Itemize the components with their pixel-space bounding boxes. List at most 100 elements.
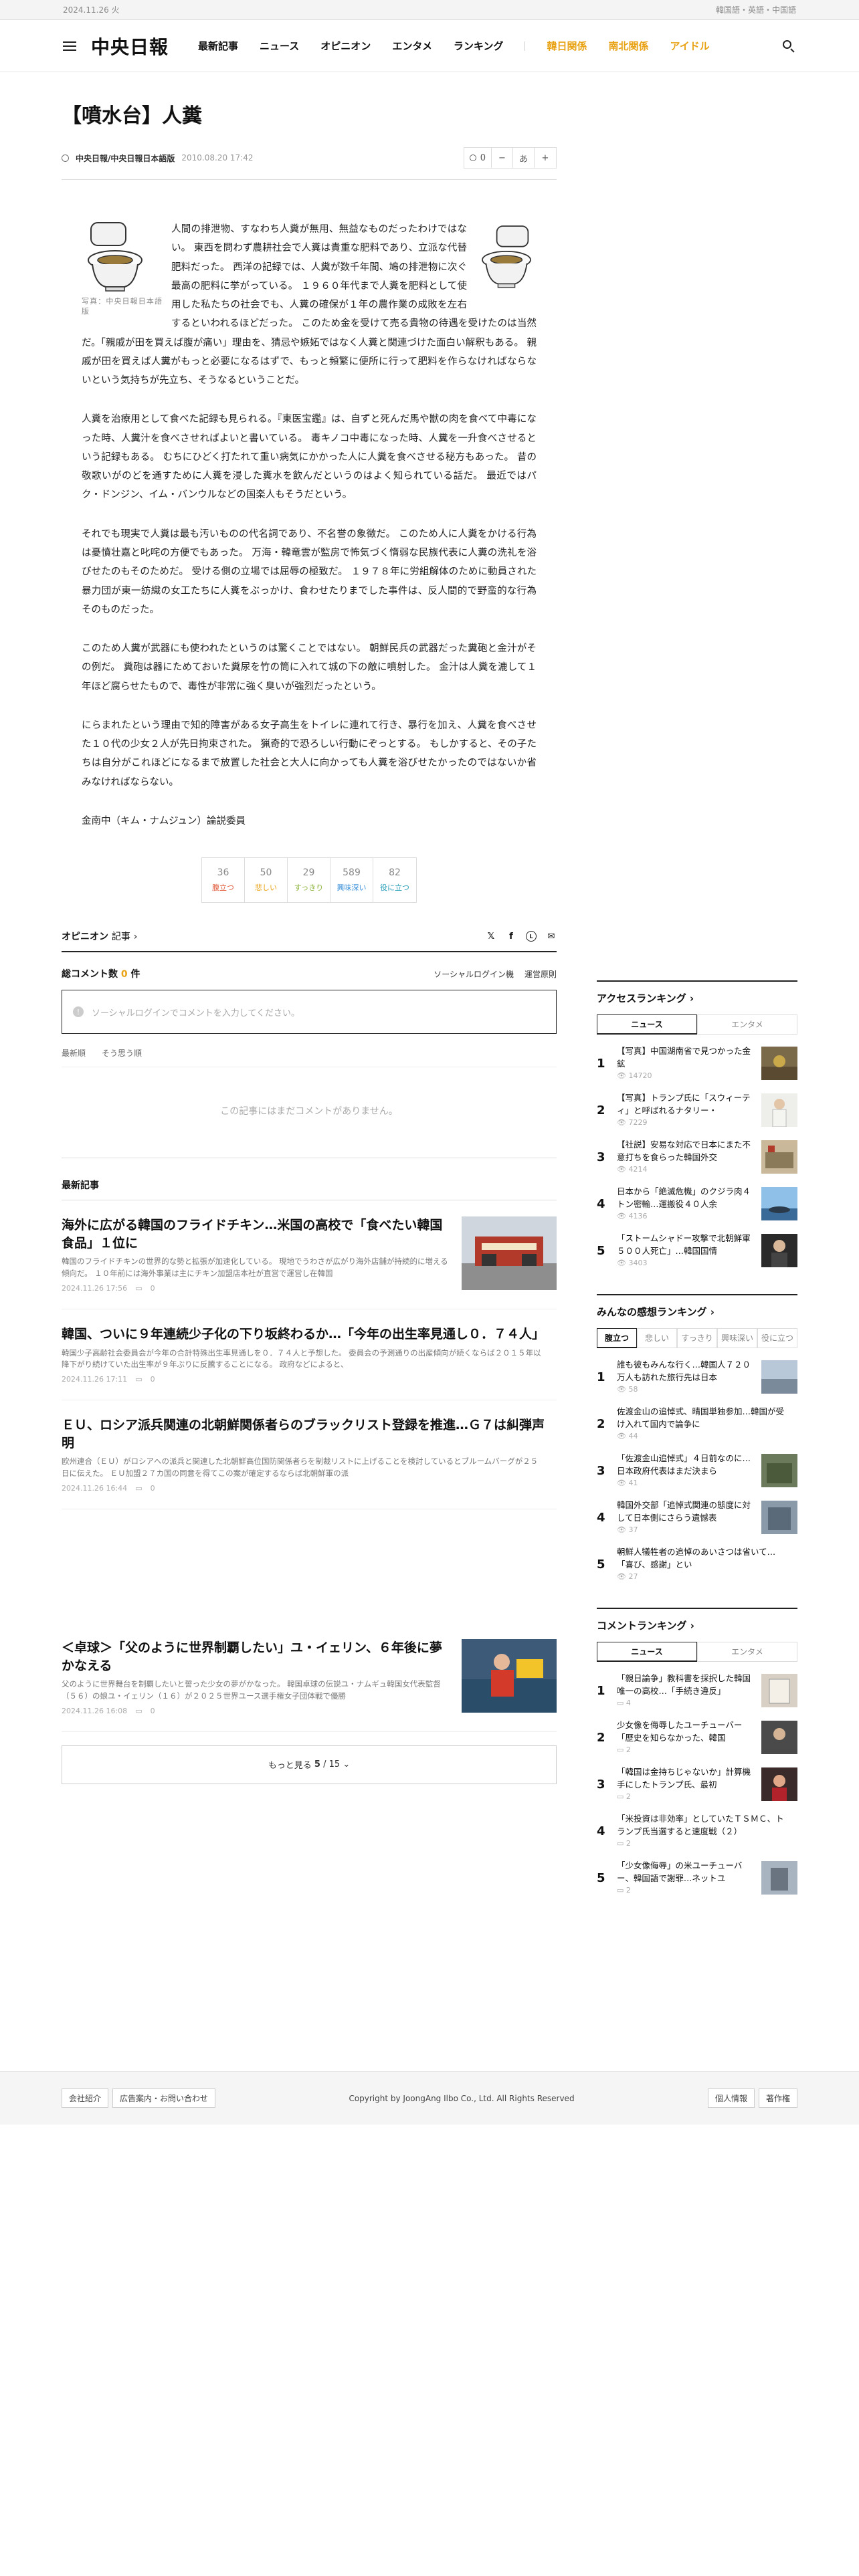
nav-north-south[interactable]: 南北関係 (608, 39, 648, 53)
rank-thumbnail[interactable] (761, 1721, 797, 1754)
search-icon[interactable] (781, 39, 796, 53)
ranking-item[interactable]: 2 少女像を侮辱したユーチューバー「歴史を知らなかった、韓国 ▭ 2 (597, 1719, 797, 1755)
news-item[interactable]: 韓国、ついに９年連続少子化の下り坂終わるか…「今年の出生率見通し０．７４人」 韓… (62, 1309, 557, 1401)
reaction-interesting[interactable]: 589 興味深い (330, 858, 373, 903)
font-increase-button[interactable]: + (535, 148, 556, 168)
language-links[interactable]: 韓国語・英語・中国語 (716, 4, 796, 15)
tab-useful[interactable]: 役に立つ (757, 1328, 797, 1348)
reaction-useful[interactable]: 82 役に立つ (373, 858, 416, 902)
ranking-item[interactable]: 2 【写真】トランプ氏に「スウィーティ」と呼ばれるナタリー・ 👁 7229 (597, 1092, 797, 1128)
tab-sad[interactable]: 悲しい (637, 1328, 677, 1348)
ranking-item[interactable]: 3 【社説】安易な対応で日本にまた不意打ちを食らった韓国外交 👁 4214 (597, 1139, 797, 1175)
rank-thumbnail[interactable] (761, 1360, 797, 1394)
rank-thumbnail[interactable] (761, 1140, 797, 1174)
access-ranking-title[interactable]: アクセスランキング › (597, 982, 797, 1014)
news-title[interactable]: 海外に広がる韓国のフライドチキン…米国の高校で「食べたい韓国食品」１位に (62, 1216, 450, 1252)
ranking-item[interactable]: 3 「韓国は金持ちじゃないか」計算機手にしたトランプ氏、最初 ▭ 2 (597, 1766, 797, 1802)
reaction-angry[interactable]: 36 腹立つ (202, 858, 245, 903)
ranking-item[interactable]: 2 佐渡金山の追悼式、晴国単独参加…韓国が受け入れて国内で論争に 👁 44 (597, 1406, 797, 1442)
rank-thumbnail[interactable] (761, 1234, 797, 1267)
rank-title[interactable]: 韓国外交部「追悼式関連の態度に対して日本側にさらう遺憾表 (617, 1499, 755, 1525)
nav-news[interactable]: ニュース (260, 39, 299, 53)
news-title[interactable]: ＥＵ、ロシア派兵関連の北朝鮮関係者らのブラックリスト登録を推進…Ｇ７は糾弾声明 (62, 1416, 545, 1452)
rank-thumbnail[interactable] (761, 1767, 797, 1801)
rank-title[interactable]: 誰も彼もみんな行く…韓国人７２０万人も訪れた旅行先は日本 (617, 1359, 755, 1384)
news-thumbnail[interactable] (462, 1639, 557, 1713)
category-link[interactable]: オピニオン 記事 › (62, 930, 137, 943)
nav-korea-japan[interactable]: 韓日関係 (547, 39, 587, 53)
rank-title[interactable]: 「少女像侮辱」の米ユーチューバー、韓国語で謝罪…ネットユ (617, 1860, 755, 1885)
rank-thumbnail[interactable] (761, 1187, 797, 1220)
rank-title[interactable]: 佐渡金山の追悼式、晴国単独参加…韓国が受け入れて国内で論争に (617, 1406, 791, 1431)
nav-entertainment[interactable]: エンタメ (392, 39, 432, 53)
rank-title[interactable]: 日本から「絶滅危機」のクジラ肉４トン密輸…運搬役４０人余 (617, 1186, 755, 1211)
rank-title[interactable]: 「米投資は非効率」としていたＴＳＭＣ、トランプ氏当選すると速度戦（２） (617, 1813, 791, 1838)
zoom-button[interactable]: 0 (464, 148, 492, 168)
site-logo[interactable]: 中央日報 (91, 33, 169, 60)
reaction-relieved[interactable]: 29 すっきり (288, 858, 330, 903)
mail-icon[interactable]: ✉ (546, 931, 557, 942)
news-item[interactable]: ＥＵ、ロシア派兵関連の北朝鮮関係者らのブラックリスト登録を推進…Ｇ７は糾弾声明 … (62, 1400, 557, 1510)
tab-entertainment[interactable]: エンタメ (697, 1014, 797, 1035)
ranking-item[interactable]: 5 「ストームシャドー攻撃で北朝鮮軍５００人死亡」…韓国国情 👁 3403 (597, 1232, 797, 1269)
social-login-button[interactable]: ソーシャルログイン機 (434, 968, 514, 980)
ranking-item[interactable]: 3 「佐渡金山追悼式」４日前なのに…日本政府代表はまだ決まら 👁 41 (597, 1453, 797, 1489)
ranking-item[interactable]: 4 韓国外交部「追悼式関連の態度に対して日本側にさらう遺憾表 👁 37 (597, 1499, 797, 1535)
font-decrease-button[interactable]: − (492, 148, 513, 168)
facebook-icon[interactable]: f (506, 931, 516, 942)
ranking-item[interactable]: 4 「米投資は非効率」としていたＴＳＭＣ、トランプ氏当選すると速度戦（２） ▭ 2 (597, 1813, 797, 1849)
tab-interesting[interactable]: 興味深い (717, 1328, 757, 1348)
nav-latest[interactable]: 最新記事 (198, 39, 238, 53)
comment-ranking-title[interactable]: コメントランキング › (597, 1609, 797, 1642)
news-title[interactable]: 韓国、ついに９年連続少子化の下り坂終わるか…「今年の出生率見通し０．７４人」 (62, 1325, 545, 1344)
rank-title[interactable]: 「ストームシャドー攻撃で北朝鮮軍５００人死亡」…韓国国情 (617, 1232, 755, 1258)
line-icon[interactable]: L (526, 931, 537, 942)
x-icon[interactable]: 𝕏 (486, 931, 496, 942)
tab-relieved[interactable]: すっきり (677, 1328, 717, 1348)
rank-thumbnail[interactable] (761, 1674, 797, 1707)
rank-title[interactable]: 「親日論争」教科書を採択した韓国唯一の高校…「手続き違反」 (617, 1673, 755, 1698)
rank-thumbnail[interactable] (761, 1501, 797, 1534)
ranking-item[interactable]: 5 朝鮮人犠牲者の追悼のあいさつは省いて…「喜び、感謝」とい 👁 27 (597, 1546, 797, 1582)
comment-input[interactable]: ! ソーシャルログインでコメントを入力してください。 (62, 990, 557, 1035)
ranking-item[interactable]: 5 「少女像侮辱」の米ユーチューバー、韓国語で謝罪…ネットユ ▭ 2 (597, 1860, 797, 1896)
rank-title[interactable]: 「佐渡金山追悼式」４日前なのに…日本政府代表はまだ決まら (617, 1453, 755, 1478)
news-thumbnail[interactable] (462, 1216, 557, 1291)
nav-opinion[interactable]: オピニオン (320, 39, 371, 53)
news-item[interactable]: ＜卓球＞「父のように世界制覇したい」ユ・イェリン、６年後に夢かなえる 父のように… (62, 1623, 557, 1732)
tab-news[interactable]: ニュース (597, 1014, 697, 1035)
more-button[interactable]: もっと見る 5 / 15 ⌄ (62, 1745, 557, 1784)
news-item[interactable]: 海外に広がる韓国のフライドチキン…米国の高校で「食べたい韓国食品」１位に 韓国の… (62, 1200, 557, 1309)
news-title[interactable]: ＜卓球＞「父のように世界制覇したい」ユ・イェリン、６年後に夢かなえる (62, 1639, 450, 1675)
tab-angry[interactable]: 腹立つ (597, 1328, 637, 1348)
ranking-item[interactable]: 1 「親日論争」教科書を採択した韓国唯一の高校…「手続き違反」 ▭ 4 (597, 1673, 797, 1709)
nav-ranking[interactable]: ランキング (454, 39, 504, 53)
sort-latest[interactable]: 最新順 (62, 1047, 86, 1059)
company-info-link[interactable]: 会社紹介 (62, 2088, 109, 2108)
emotion-ranking-title[interactable]: みんなの感想ランキング › (597, 1295, 797, 1328)
reaction-sad[interactable]: 50 悲しい (245, 858, 288, 903)
tab-entertainment[interactable]: エンタメ (697, 1642, 797, 1662)
menu-icon[interactable] (63, 41, 76, 51)
ranking-item[interactable]: 4 日本から「絶滅危機」のクジラ肉４トン密輸…運搬役４０人余 👁 4136 (597, 1186, 797, 1222)
rank-thumbnail[interactable] (761, 1093, 797, 1127)
ranking-item[interactable]: 1 誰も彼もみんな行く…韓国人７２０万人も訪れた旅行先は日本 👁 58 (597, 1359, 797, 1395)
sort-agree[interactable]: そう思う順 (102, 1047, 142, 1059)
rank-title[interactable]: 【社説】安易な対応で日本にまた不意打ちを食らった韓国外交 (617, 1139, 755, 1164)
rank-title[interactable]: 「韓国は金持ちじゃないか」計算機手にしたトランプ氏、最初 (617, 1766, 755, 1792)
ranking-item[interactable]: 1 【写真】中国湖南省で見つかった金鉱 👁 14720 (597, 1045, 797, 1081)
privacy-link[interactable]: 個人情報 (707, 2088, 755, 2108)
nav-idol[interactable]: アイドル (670, 39, 709, 53)
rank-title[interactable]: 朝鮮人犠牲者の追悼のあいさつは省いて…「喜び、感謝」とい (617, 1546, 791, 1572)
rank-title[interactable]: 【写真】トランプ氏に「スウィーティ」と呼ばれるナタリー・ (617, 1092, 755, 1117)
ad-contact-link[interactable]: 広告案内・お問い合わせ (112, 2088, 216, 2108)
rank-thumbnail[interactable] (761, 1454, 797, 1487)
rank-thumbnail[interactable] (761, 1861, 797, 1895)
article-figure-right (476, 220, 537, 294)
rank-title[interactable]: 【写真】中国湖南省で見つかった金鉱 (617, 1045, 755, 1071)
policy-link[interactable]: 運営原則 (524, 968, 557, 980)
rank-thumbnail[interactable] (761, 1047, 797, 1080)
tab-news[interactable]: ニュース (597, 1642, 697, 1662)
rank-title[interactable]: 少女像を侮辱したユーチューバー「歴史を知らなかった、韓国 (617, 1719, 755, 1745)
copyright-link[interactable]: 著作権 (758, 2088, 797, 2108)
